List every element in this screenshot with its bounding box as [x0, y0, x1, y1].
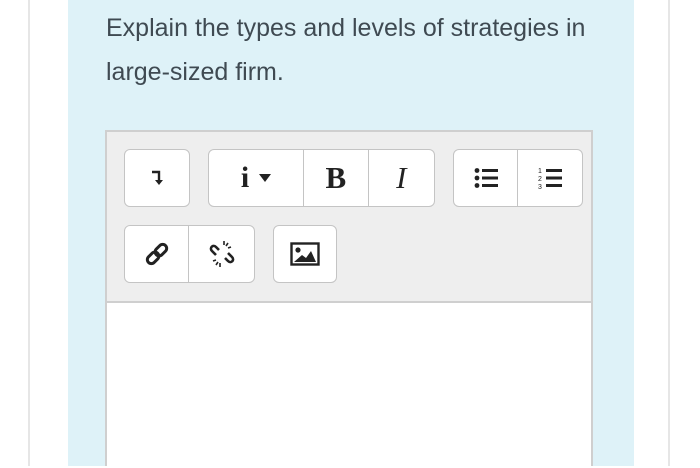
link-icon — [145, 242, 168, 266]
svg-text:2: 2 — [538, 176, 542, 183]
rich-text-editor: i B I 1 2 3 — [105, 130, 593, 468]
format-group: i B I — [208, 149, 435, 207]
list-group: 1 2 3 — [453, 149, 583, 207]
collapse-toolbar-icon — [152, 170, 163, 185]
ordered-list-icon: 1 2 3 — [538, 168, 562, 190]
link-group — [124, 225, 255, 283]
ordered-list-button[interactable]: 1 2 3 — [518, 150, 582, 206]
svg-text:3: 3 — [538, 184, 542, 190]
insert-image-button[interactable] — [274, 226, 336, 282]
unlink-icon — [209, 241, 234, 267]
editor-toolbar: i B I 1 2 3 — [107, 132, 591, 303]
unordered-list-icon — [474, 168, 498, 188]
bold-button[interactable]: B — [304, 150, 369, 206]
paragraph-styles-label: i — [240, 161, 250, 194]
toolbar-collapse-group — [124, 149, 190, 207]
collapse-toolbar-button[interactable] — [125, 150, 189, 206]
italic-button[interactable]: I — [369, 150, 434, 206]
page-frame-right — [668, 0, 670, 466]
unlink-button[interactable] — [189, 226, 254, 282]
link-button[interactable] — [125, 226, 190, 282]
image-group — [273, 225, 337, 283]
svg-text:1: 1 — [538, 168, 542, 175]
editor-content-area[interactable] — [107, 303, 591, 468]
caret-down-icon — [259, 174, 272, 182]
paragraph-styles-button[interactable]: i — [209, 150, 305, 206]
question-text: Explain the types and levels of strategi… — [106, 14, 586, 86]
image-icon — [290, 242, 320, 266]
page-frame-left — [28, 0, 30, 466]
unordered-list-button[interactable] — [454, 150, 518, 206]
